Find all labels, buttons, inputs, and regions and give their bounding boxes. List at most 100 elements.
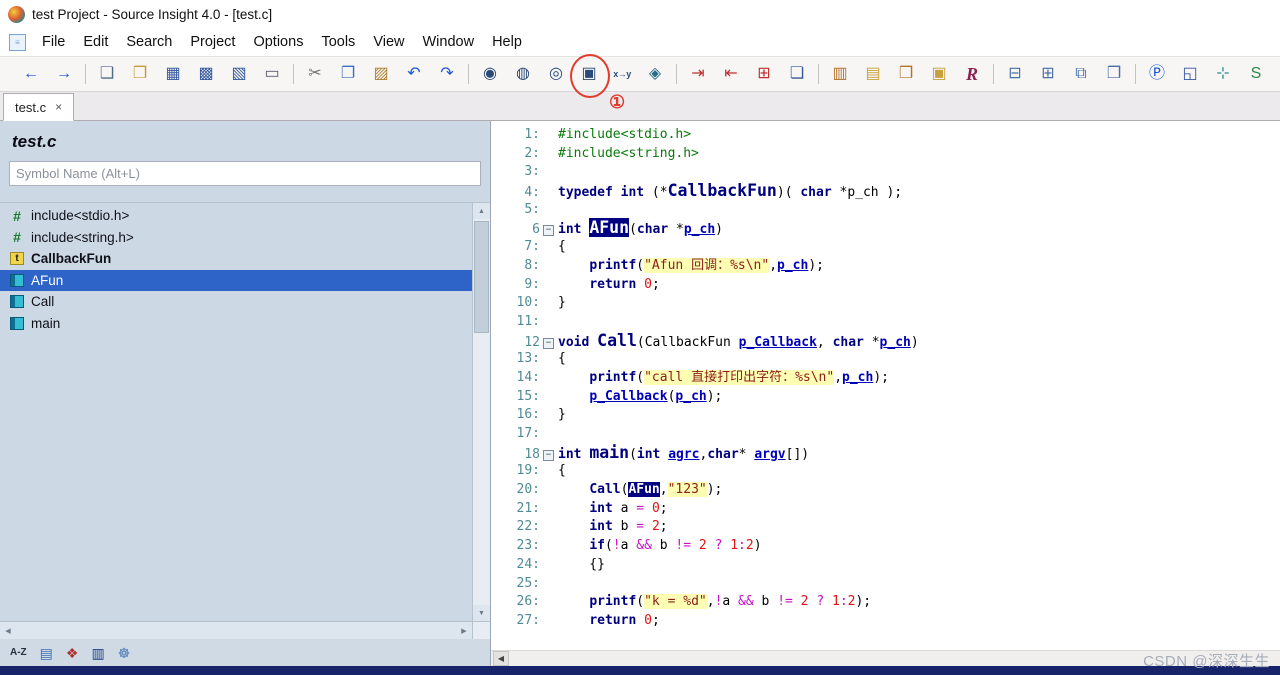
fold-minus-icon[interactable]: − <box>543 225 554 237</box>
toggle-bookmark-icon[interactable]: ⊞ <box>750 61 778 87</box>
save-icon[interactable]: ▦ <box>159 61 187 87</box>
code-line-26[interactable]: 26: printf("k = %d",!a && b != 2 ? 1:2); <box>491 593 1280 612</box>
scroll-up-icon[interactable]: ▲ <box>473 203 490 219</box>
symbol-search-input[interactable] <box>9 161 481 186</box>
tab-close-icon[interactable]: × <box>55 100 62 114</box>
code-line-18[interactable]: 18− int main(int agrc,char* argv[]) <box>491 443 1280 463</box>
context-window-icon[interactable]: ▣ <box>925 61 953 87</box>
editor-scroll-left-icon[interactable]: ◀ <box>493 651 509 666</box>
code-line-12[interactable]: 12− void Call(CallbackFun p_Callback, cha… <box>491 331 1280 351</box>
code-line-22[interactable]: 22: int b = 2; <box>491 518 1280 537</box>
code-line-9[interactable]: 9: return 0; <box>491 276 1280 295</box>
code-line-20[interactable]: 20: Call(AFun,"123"); <box>491 481 1280 500</box>
references-icon[interactable]: R <box>958 61 986 87</box>
symbol-item-callbackfun[interactable]: t CallbackFun <box>0 248 472 270</box>
redo-icon[interactable]: ↷ <box>433 61 461 87</box>
code-line-15[interactable]: 15: p_Callback(p_ch); <box>491 388 1280 407</box>
code-line-5[interactable]: 5: <box>491 201 1280 220</box>
code-line-1[interactable]: 1: #include<stdio.h> <box>491 126 1280 145</box>
nav-forward-icon[interactable]: → <box>50 61 78 87</box>
code-line-2[interactable]: 2: #include<string.h> <box>491 145 1280 164</box>
code-line-25[interactable]: 25: <box>491 575 1280 594</box>
search-forward-icon[interactable]: ◍ <box>509 61 537 87</box>
gear-icon[interactable]: ☸ <box>118 646 131 660</box>
parse-source-icon[interactable]: Ⓟ <box>1143 61 1171 87</box>
code-line-7[interactable]: 7: { <box>491 238 1280 257</box>
menu-help[interactable]: Help <box>483 30 531 54</box>
code-area[interactable]: 1: #include<stdio.h> 2: #include<string.h> 3… <box>491 121 1280 650</box>
search-references-icon[interactable]: ◎ <box>542 61 570 87</box>
symbol-item-call[interactable]: Call <box>0 291 472 313</box>
full-window-icon[interactable]: ❒ <box>1100 61 1128 87</box>
code-line-10[interactable]: 10:} <box>491 294 1280 313</box>
undo-icon[interactable]: ↶ <box>400 61 428 87</box>
code-line-14[interactable]: 14: printf("call 直接打印出字符：%s\n",p_ch); <box>491 369 1280 388</box>
code-token: p_ch <box>683 222 716 238</box>
code-line-8[interactable]: 8: printf("Afun 回调：%s\n",p_ch); <box>491 257 1280 276</box>
menu-view[interactable]: View <box>364 30 413 54</box>
code-line-6[interactable]: 6− int AFun(char *p_ch) <box>491 218 1280 238</box>
search-icon[interactable]: ◉ <box>476 61 504 87</box>
symbol-item-include-stdio-h-[interactable]: # include<stdio.h> <box>0 205 472 227</box>
menu-project[interactable]: Project <box>181 30 244 54</box>
scroll-right-icon[interactable]: ▶ <box>456 622 472 639</box>
search-project-icon[interactable]: ◈ <box>641 61 669 87</box>
print-icon[interactable]: ▭ <box>258 61 286 87</box>
symbol-item-include-string-h-[interactable]: # include<string.h> <box>0 227 472 249</box>
list-view-icon[interactable]: ▤ <box>40 646 53 660</box>
open-file-icon[interactable]: ❒ <box>126 61 154 87</box>
code-line-11[interactable]: 11: <box>491 313 1280 332</box>
paste-icon[interactable]: ▨ <box>367 61 395 87</box>
book-icon[interactable]: ▥ <box>91 646 104 660</box>
menu-edit[interactable]: Edit <box>74 30 117 54</box>
fold-minus-icon[interactable]: − <box>543 449 554 461</box>
cascade-windows-icon[interactable]: ⧉ <box>1067 61 1095 87</box>
zoom-window-icon[interactable]: ◱ <box>1176 61 1204 87</box>
cut-icon[interactable]: ✂ <box>301 61 329 87</box>
nav-back-icon[interactable]: ← <box>17 61 45 87</box>
code-line-4[interactable]: 4: typedef int (*CallbackFun)( char *p_ch… <box>491 181 1280 201</box>
go-back-reference-icon[interactable]: ❏ <box>783 61 811 87</box>
new-file-icon[interactable]: ❑ <box>93 61 121 87</box>
copy-icon[interactable]: ❐ <box>334 61 362 87</box>
symbol-item-afun[interactable]: AFun <box>0 269 472 291</box>
fold-minus-icon[interactable]: − <box>543 337 554 349</box>
save-all-icon[interactable]: ▩ <box>192 61 220 87</box>
jump-to-caller-icon[interactable]: ⇤ <box>717 61 745 87</box>
scroll-down-icon[interactable]: ▼ <box>473 605 490 621</box>
menu-search[interactable]: Search <box>117 30 181 54</box>
project-window-icon[interactable]: ▤ <box>859 61 887 87</box>
clip-window-icon[interactable]: ❙ <box>1275 61 1280 87</box>
menu-options[interactable]: Options <box>244 30 312 54</box>
symbol-item-main[interactable]: main <box>0 313 472 335</box>
menu-tools[interactable]: Tools <box>312 30 364 54</box>
relation-window-icon[interactable]: ❒ <box>892 61 920 87</box>
save-as-icon[interactable]: ▧ <box>225 61 253 87</box>
expand-special-icon[interactable]: ⊹ <box>1209 61 1237 87</box>
code-line-24[interactable]: 24: {} <box>491 556 1280 575</box>
code-line-23[interactable]: 23: if(!a && b != 2 ? 1:2) <box>491 537 1280 556</box>
symbol-window-icon[interactable]: ▥ <box>826 61 854 87</box>
style-properties-icon[interactable]: S <box>1242 61 1270 87</box>
scroll-left-icon[interactable]: ◀ <box>0 622 16 639</box>
menu-window[interactable]: Window <box>413 30 483 54</box>
code-line-21[interactable]: 21: int a = 0; <box>491 500 1280 519</box>
code-line-16[interactable]: 16:} <box>491 406 1280 425</box>
code-line-27[interactable]: 27: return 0; <box>491 612 1280 631</box>
code-line-3[interactable]: 3: <box>491 163 1280 182</box>
code-line-17[interactable]: 17: <box>491 425 1280 444</box>
scroll-thumb[interactable] <box>474 221 489 333</box>
symbol-list-scrollbar[interactable]: ▲ ▼ <box>472 203 490 621</box>
symbol-filter-icon[interactable]: ❖ <box>66 646 79 660</box>
search-files-icon[interactable]: ▣ ① <box>570 54 625 112</box>
tile-vertical-icon[interactable]: ⊞ <box>1034 61 1062 87</box>
tab-test-c[interactable]: test.c × <box>3 93 75 121</box>
menu-file[interactable]: File <box>33 30 74 54</box>
jump-to-definition-icon[interactable]: ⇥ <box>684 61 712 87</box>
symbol-list-hscrollbar[interactable]: ◀ ▶ <box>0 621 490 639</box>
code-line-19[interactable]: 19: { <box>491 462 1280 481</box>
code-line-13[interactable]: 13: { <box>491 350 1280 369</box>
sort-alpha-icon[interactable]: A-Z <box>10 647 27 658</box>
tile-horizontal-icon[interactable]: ⊟ <box>1001 61 1029 87</box>
replace-icon[interactable]: x→y <box>608 61 636 87</box>
